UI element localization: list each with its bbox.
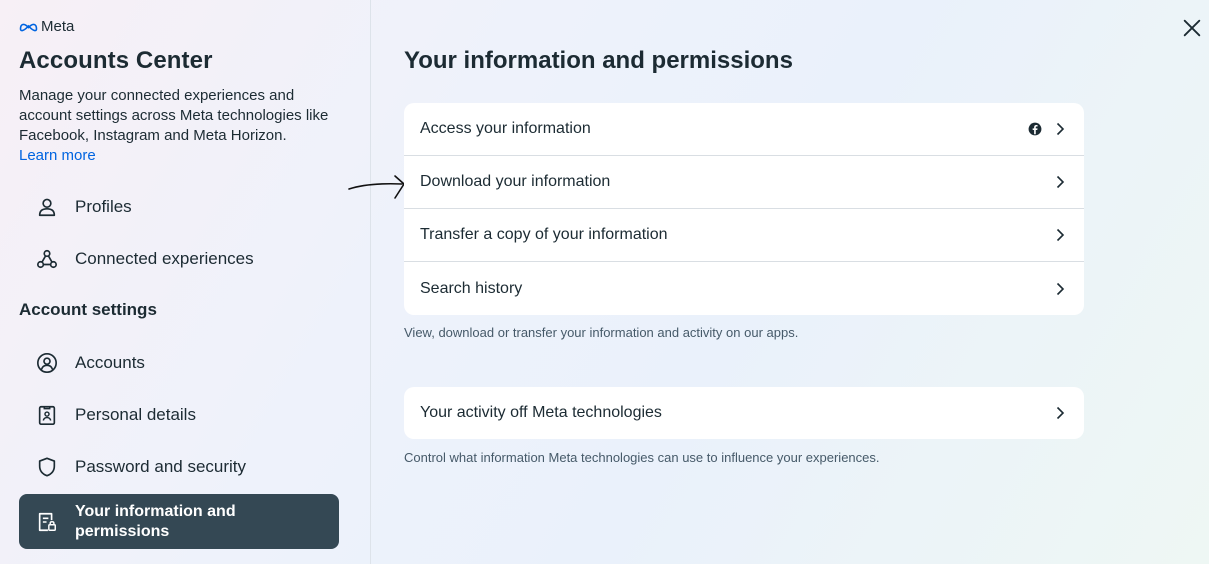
person-icon — [19, 196, 75, 218]
row-label: Your activity off Meta technologies — [420, 404, 662, 421]
sidebar-item-label: Password and security — [75, 457, 247, 476]
sidebar-item-label: Connected experiences — [75, 249, 254, 268]
info-lock-icon — [19, 511, 75, 533]
chevron-right-icon — [1052, 121, 1068, 137]
sidebar-item-label: Your information and permissions — [75, 502, 236, 540]
account-settings-heading: Account settings — [19, 300, 157, 319]
close-button[interactable] — [1180, 16, 1204, 40]
row-search-history[interactable]: Search history — [404, 262, 1084, 315]
sidebar-item-accounts[interactable]: Accounts — [19, 341, 339, 385]
row-label: Download your information — [420, 173, 611, 190]
sidebar-item-connected-experiences[interactable]: Connected experiences — [19, 237, 339, 281]
sidebar: Meta Accounts Center Manage your connect… — [0, 0, 371, 564]
annotation-arrow-icon — [348, 175, 405, 199]
row-label: Access your information — [420, 120, 591, 137]
row-label: Search history — [420, 279, 523, 297]
row-activity-off-meta[interactable]: Your activity off Meta technologies — [404, 387, 1084, 439]
meta-logo[interactable]: Meta — [19, 18, 74, 35]
connected-icon — [19, 248, 75, 270]
row-label: Transfer a copy of your information — [420, 226, 668, 243]
meta-infinity-icon — [19, 23, 38, 32]
sidebar-item-password-security[interactable]: Password and security — [19, 445, 339, 489]
brand-name: Meta — [41, 18, 75, 35]
description-text: Manage your connected experiences and ac… — [19, 87, 329, 144]
chevron-right-icon — [1052, 174, 1068, 190]
sidebar-item-label: Personal details — [75, 405, 196, 424]
row-access-information[interactable]: Access your information — [404, 103, 1084, 156]
shield-icon — [19, 456, 75, 478]
sidebar-item-your-information[interactable]: Your information and permissions — [19, 494, 339, 549]
chevron-right-icon — [1052, 405, 1068, 421]
id-card-icon — [19, 404, 75, 426]
page-title: Accounts Center — [19, 47, 213, 74]
sidebar-item-personal-details[interactable]: Personal details — [19, 393, 339, 437]
learn-more-link[interactable]: Learn more — [19, 146, 349, 166]
close-icon — [1183, 19, 1201, 37]
information-card-note: View, download or transfer your informat… — [404, 325, 799, 340]
sidebar-item-label: Accounts — [75, 353, 145, 372]
sidebar-item-label: Profiles — [75, 197, 132, 216]
row-download-information[interactable]: Download your information — [404, 156, 1084, 209]
facebook-icon — [1028, 122, 1042, 136]
activity-card: Your activity off Meta technologies — [404, 387, 1084, 439]
information-card: Access your information Download your in… — [404, 103, 1084, 315]
activity-card-note: Control what information Meta technologi… — [404, 450, 880, 465]
chevron-right-icon — [1052, 281, 1068, 297]
account-circle-icon — [19, 352, 75, 374]
section-title: Your information and permissions — [404, 47, 793, 74]
chevron-right-icon — [1052, 227, 1068, 243]
sidebar-description: Manage your connected experiences and ac… — [19, 86, 349, 166]
row-transfer-copy[interactable]: Transfer a copy of your information — [404, 209, 1084, 262]
sidebar-item-profiles[interactable]: Profiles — [19, 185, 339, 229]
